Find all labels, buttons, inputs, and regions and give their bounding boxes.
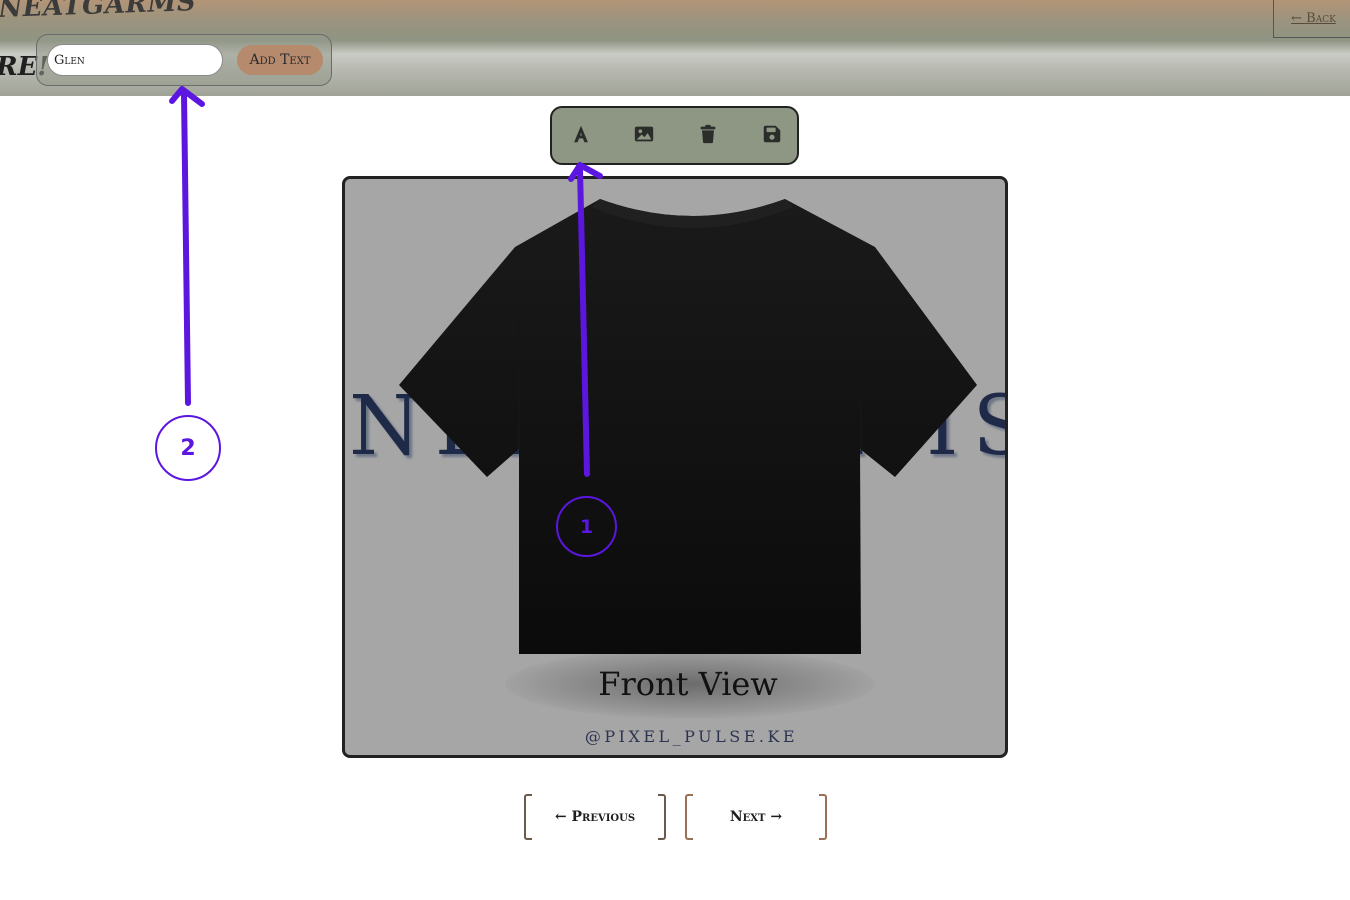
previous-label: ← Previous [554, 809, 636, 825]
image-icon [633, 123, 655, 149]
annotation-arrow-2 [181, 90, 191, 406]
annotation-marker-1: 1 [556, 496, 617, 557]
add-text-panel: Add Text [36, 34, 332, 86]
trash-icon [697, 123, 719, 149]
bracket-right [819, 794, 827, 840]
bracket-right [658, 794, 666, 840]
editor-toolbar [550, 106, 799, 165]
image-tool-button[interactable] [630, 122, 658, 150]
previous-button[interactable]: ← Previous [524, 794, 666, 842]
next-button[interactable]: Next → [685, 794, 827, 842]
text-input[interactable] [47, 44, 223, 76]
design-canvas[interactable]: NEATGARMS Front View @PIXEL_PULSE.KE [342, 176, 1008, 758]
view-label: Front View [598, 665, 778, 703]
credit-watermark: @PIXEL_PULSE.KE [584, 727, 799, 746]
next-label: Next → [729, 809, 783, 825]
delete-tool-button[interactable] [694, 122, 722, 150]
save-tool-button[interactable] [758, 122, 786, 150]
text-icon [570, 123, 592, 149]
add-text-button[interactable]: Add Text [237, 45, 323, 75]
save-icon [761, 123, 783, 149]
text-tool-button[interactable] [567, 122, 595, 150]
header-bar: NEATGARMS RE! ← Back Add Text [0, 0, 1350, 96]
annotation-marker-2: 2 [155, 415, 221, 481]
back-link[interactable]: ← Back [1273, 0, 1350, 38]
tshirt-image [399, 199, 977, 654]
brand-logo: NEATGARMS [0, 0, 197, 24]
